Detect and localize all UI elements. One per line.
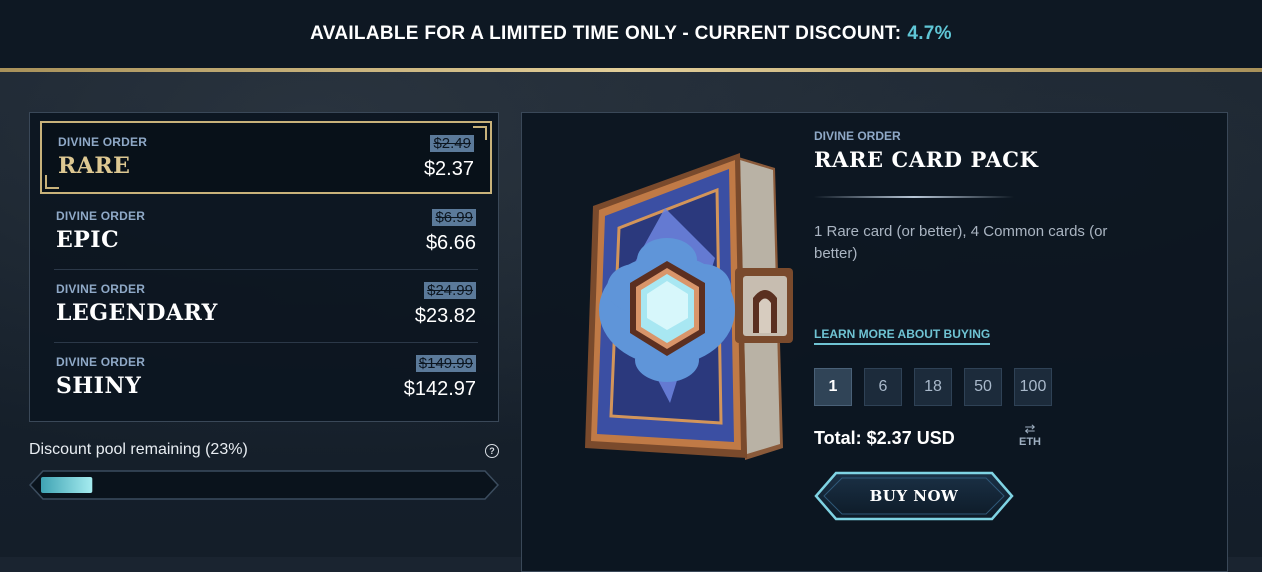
pack-item-legendary[interactable]: DIVINE ORDER LEGENDARY $24.99 $23.82	[40, 270, 492, 343]
pack-item-shiny[interactable]: DIVINE ORDER SHINY $149.99 $142.97	[40, 343, 492, 416]
pack-price: $23.82	[414, 305, 476, 327]
pack-rarity: EPIC	[56, 227, 120, 253]
card-pack-image	[585, 153, 793, 460]
title-divider	[814, 196, 1014, 198]
currency-toggle[interactable]: ⇄ ETH	[1015, 421, 1045, 449]
banner-discount: 4.7%	[907, 23, 952, 44]
pack-faction: DIVINE ORDER	[56, 355, 146, 369]
buy-now-label: BUY NOW	[869, 487, 959, 505]
pack-rarity: RARE	[58, 153, 131, 179]
pack-price: $2.37	[423, 158, 474, 180]
pack-price: $6.66	[425, 232, 476, 254]
pack-rarity: LEGENDARY	[56, 300, 218, 326]
pack-faction: DIVINE ORDER	[56, 282, 146, 296]
total-price: Total: $2.37 USD	[814, 428, 955, 448]
banner-text: AVAILABLE FOR A LIMITED TIME ONLY - CURR…	[310, 23, 902, 44]
discount-pool-progress	[29, 470, 499, 500]
pack-faction: DIVINE ORDER	[58, 135, 148, 149]
discount-banner: AVAILABLE FOR A LIMITED TIME ONLY - CURR…	[0, 0, 1262, 68]
swap-arrows-icon: ⇄	[1024, 421, 1036, 436]
quantity-button-50[interactable]: 50	[964, 368, 1002, 406]
pack-list: DIVINE ORDER RARE $2.49 $2.37 DIVINE ORD…	[29, 112, 499, 422]
discount-pool-label: Discount pool remaining (23%)	[29, 441, 248, 458]
pack-old-price: $2.49	[430, 135, 474, 152]
currency-toggle-label: ETH	[1019, 436, 1041, 448]
pack-old-price: $6.99	[432, 209, 476, 226]
quantity-button-1[interactable]: 1	[814, 368, 852, 406]
detail-description: 1 Rare card (or better), 4 Common cards …	[814, 223, 1108, 262]
pack-old-price: $149.99	[415, 355, 476, 372]
detail-title: RARE CARD PACK	[814, 147, 1039, 172]
pack-item-rare[interactable]: DIVINE ORDER RARE $2.49 $2.37	[40, 121, 492, 194]
learn-more-link[interactable]: LEARN MORE ABOUT BUYING	[814, 327, 991, 345]
quantity-button-6[interactable]: 6	[864, 368, 902, 406]
discount-pool-fill	[41, 477, 93, 493]
quantity-button-18[interactable]: 18	[914, 368, 952, 406]
pack-rarity: SHINY	[56, 373, 142, 399]
detail-faction: DIVINE ORDER	[814, 129, 901, 143]
pack-faction: DIVINE ORDER	[56, 209, 146, 223]
pack-price: $142.97	[403, 378, 476, 400]
question-circle-icon[interactable]: ?	[485, 444, 499, 458]
pack-old-price: $24.99	[424, 282, 476, 299]
pack-item-epic[interactable]: DIVINE ORDER EPIC $6.99 $6.66	[40, 197, 492, 270]
quantity-button-100[interactable]: 100	[1014, 368, 1052, 406]
buy-now-button[interactable]: BUY NOW	[814, 471, 1014, 521]
